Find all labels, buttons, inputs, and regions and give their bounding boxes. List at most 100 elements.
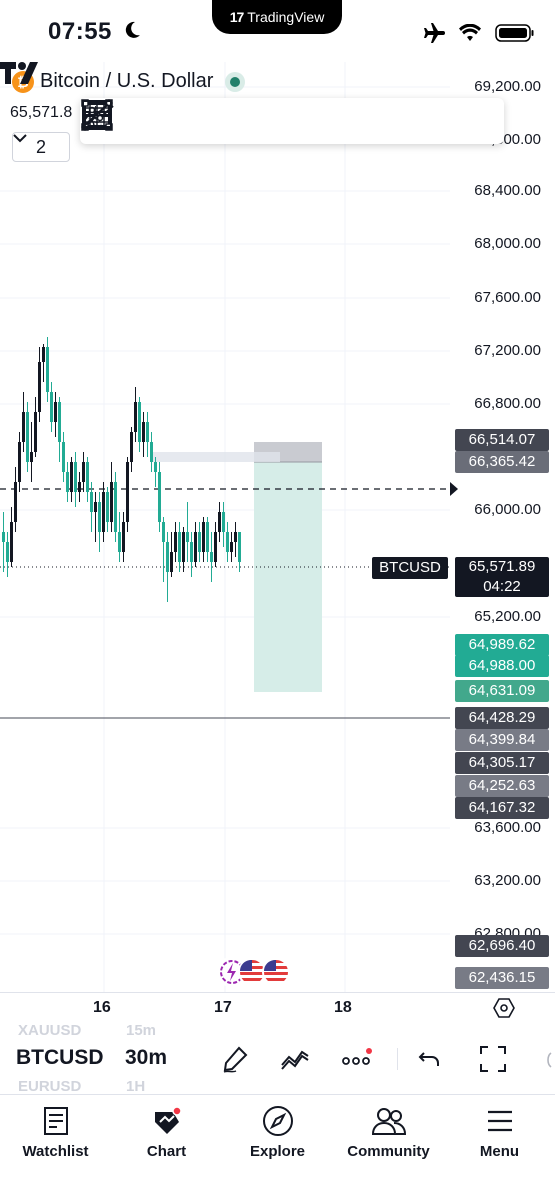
candle-body bbox=[126, 462, 129, 522]
position-label-box bbox=[150, 452, 280, 462]
undo-icon bbox=[418, 1052, 439, 1066]
symbol-bar: XAUUSD 15m BTCUSD 30m EURUSD 1H bbox=[0, 1022, 555, 1095]
candle-body bbox=[162, 522, 165, 542]
candle-body bbox=[30, 452, 33, 462]
nav-menu[interactable]: Menu bbox=[444, 1101, 555, 1160]
candle-body bbox=[226, 532, 229, 552]
pen-icon bbox=[223, 1046, 248, 1073]
candle-body bbox=[202, 522, 205, 552]
status-icons bbox=[421, 22, 535, 44]
candle-body bbox=[74, 462, 77, 492]
fullscreen-icon bbox=[480, 1046, 506, 1072]
menu-icon bbox=[487, 1110, 512, 1132]
scroll-more-icon[interactable] bbox=[544, 1052, 552, 1068]
candle-body bbox=[78, 482, 81, 492]
price-axis-label: 68,400.00 bbox=[474, 182, 541, 199]
undo-button[interactable] bbox=[413, 1042, 447, 1076]
candle-body bbox=[110, 482, 113, 522]
candle-body bbox=[62, 442, 65, 472]
chevron-down-icon bbox=[13, 134, 27, 143]
candle-body bbox=[54, 402, 57, 422]
price-axis-label: 67,600.00 bbox=[474, 289, 541, 306]
long-line-tool[interactable]: L bbox=[83, 98, 257, 144]
bottom-nav: Watchlist Chart Explore Community Menu bbox=[0, 1094, 555, 1200]
support-line-tool[interactable]: S bbox=[83, 98, 208, 144]
nav-chart[interactable]: Chart bbox=[111, 1101, 222, 1160]
next-timeframe[interactable]: 1H bbox=[126, 1078, 145, 1095]
nav-label: Explore bbox=[249, 1143, 306, 1160]
candle-body bbox=[186, 532, 189, 542]
candle-body bbox=[194, 532, 197, 562]
next-symbol[interactable]: EURUSD bbox=[18, 1078, 81, 1095]
nav-label: Community bbox=[347, 1143, 430, 1160]
candle-body bbox=[198, 532, 201, 552]
alert-arrow bbox=[450, 482, 458, 496]
candle-body bbox=[114, 482, 117, 532]
market-open-icon bbox=[225, 71, 246, 92]
horizontal-ray-tool[interactable] bbox=[83, 98, 306, 144]
candle-body bbox=[18, 442, 21, 482]
header-price: 65,571.8 bbox=[10, 104, 73, 121]
rectangle-tool[interactable] bbox=[81, 98, 355, 144]
nav-watchlist[interactable]: Watchlist bbox=[0, 1101, 111, 1160]
economic-events[interactable] bbox=[214, 958, 290, 986]
candle-body bbox=[42, 347, 45, 362]
candle-body bbox=[86, 462, 89, 492]
status-time: 07:55 bbox=[48, 18, 112, 45]
time-axis[interactable]: 16 17 18 bbox=[0, 992, 555, 1024]
time-label: 17 bbox=[214, 999, 232, 1016]
price-level-tag: 64,167.32 bbox=[455, 797, 549, 819]
candle-body bbox=[238, 532, 241, 562]
time-label: 18 bbox=[334, 999, 352, 1016]
price-axis-label: 66,000.00 bbox=[474, 501, 541, 518]
us-flag-icon[interactable] bbox=[262, 958, 290, 986]
symbol-header[interactable]: ₿ Bitcoin / U.S. Dollar bbox=[12, 70, 246, 93]
prev-timeframe[interactable]: 15m bbox=[126, 1022, 156, 1039]
indicators-button[interactable] bbox=[278, 1042, 312, 1076]
nav-label: Watchlist bbox=[22, 1143, 89, 1160]
price-axis-label: 65,200.00 bbox=[474, 608, 541, 625]
candle-body bbox=[154, 462, 157, 472]
candle-body bbox=[98, 502, 101, 532]
nav-label: Menu bbox=[479, 1143, 520, 1160]
angle-tool[interactable] bbox=[82, 98, 453, 144]
chart-area[interactable]: ₿ Bitcoin / U.S. Dollar 65,571.8 2 69,20… bbox=[0, 62, 555, 992]
candle-body bbox=[166, 542, 169, 572]
more-options-button[interactable] bbox=[340, 1042, 374, 1076]
timeframe-selector[interactable]: 30m bbox=[125, 1046, 167, 1070]
candle-body bbox=[46, 347, 49, 392]
prev-symbol[interactable]: XAUUSD bbox=[18, 1022, 81, 1039]
nav-community[interactable]: Community bbox=[333, 1101, 444, 1160]
tradingview-logo-icon[interactable] bbox=[0, 62, 42, 84]
watchlist-icon bbox=[43, 1107, 68, 1135]
candle-body bbox=[210, 552, 213, 562]
nav-explore[interactable]: Explore bbox=[222, 1101, 333, 1160]
candle-body bbox=[106, 492, 109, 522]
price-level-tag: 64,428.29 bbox=[455, 707, 549, 729]
candlestick-chart[interactable] bbox=[0, 62, 555, 992]
symbol-selector[interactable]: BTCUSD bbox=[16, 1046, 104, 1070]
candle-body bbox=[94, 502, 97, 512]
tradingview-logo-icon: 17 bbox=[229, 9, 245, 25]
candle-body bbox=[178, 532, 181, 562]
price-axis-label: 66,800.00 bbox=[474, 395, 541, 412]
collapse-indicators-button[interactable]: 2 bbox=[12, 132, 70, 162]
chart-icon bbox=[154, 1106, 182, 1134]
candle-body bbox=[102, 492, 105, 532]
price-level-tag: 66,514.07 bbox=[455, 429, 549, 451]
candle-body bbox=[158, 472, 161, 522]
indicators-icon bbox=[281, 1050, 309, 1070]
current-price-tag: 65,571.89 04:22 bbox=[455, 557, 549, 597]
grid-tool[interactable] bbox=[82, 98, 502, 144]
price-axis-label: 63,600.00 bbox=[474, 819, 541, 836]
candle-body bbox=[170, 552, 173, 572]
drawing-pen-button[interactable] bbox=[218, 1042, 252, 1076]
nav-label: Chart bbox=[146, 1143, 187, 1160]
bar-countdown: 04:22 bbox=[483, 578, 521, 595]
price-axis-label: 69,200.00 bbox=[474, 78, 541, 95]
path-tool[interactable] bbox=[82, 98, 404, 144]
fullscreen-button[interactable] bbox=[476, 1042, 510, 1076]
price-level-tag: 64,399.84 bbox=[455, 729, 549, 751]
trend-line-tool[interactable] bbox=[81, 98, 159, 144]
settings-hexagon-icon[interactable] bbox=[493, 997, 515, 1019]
